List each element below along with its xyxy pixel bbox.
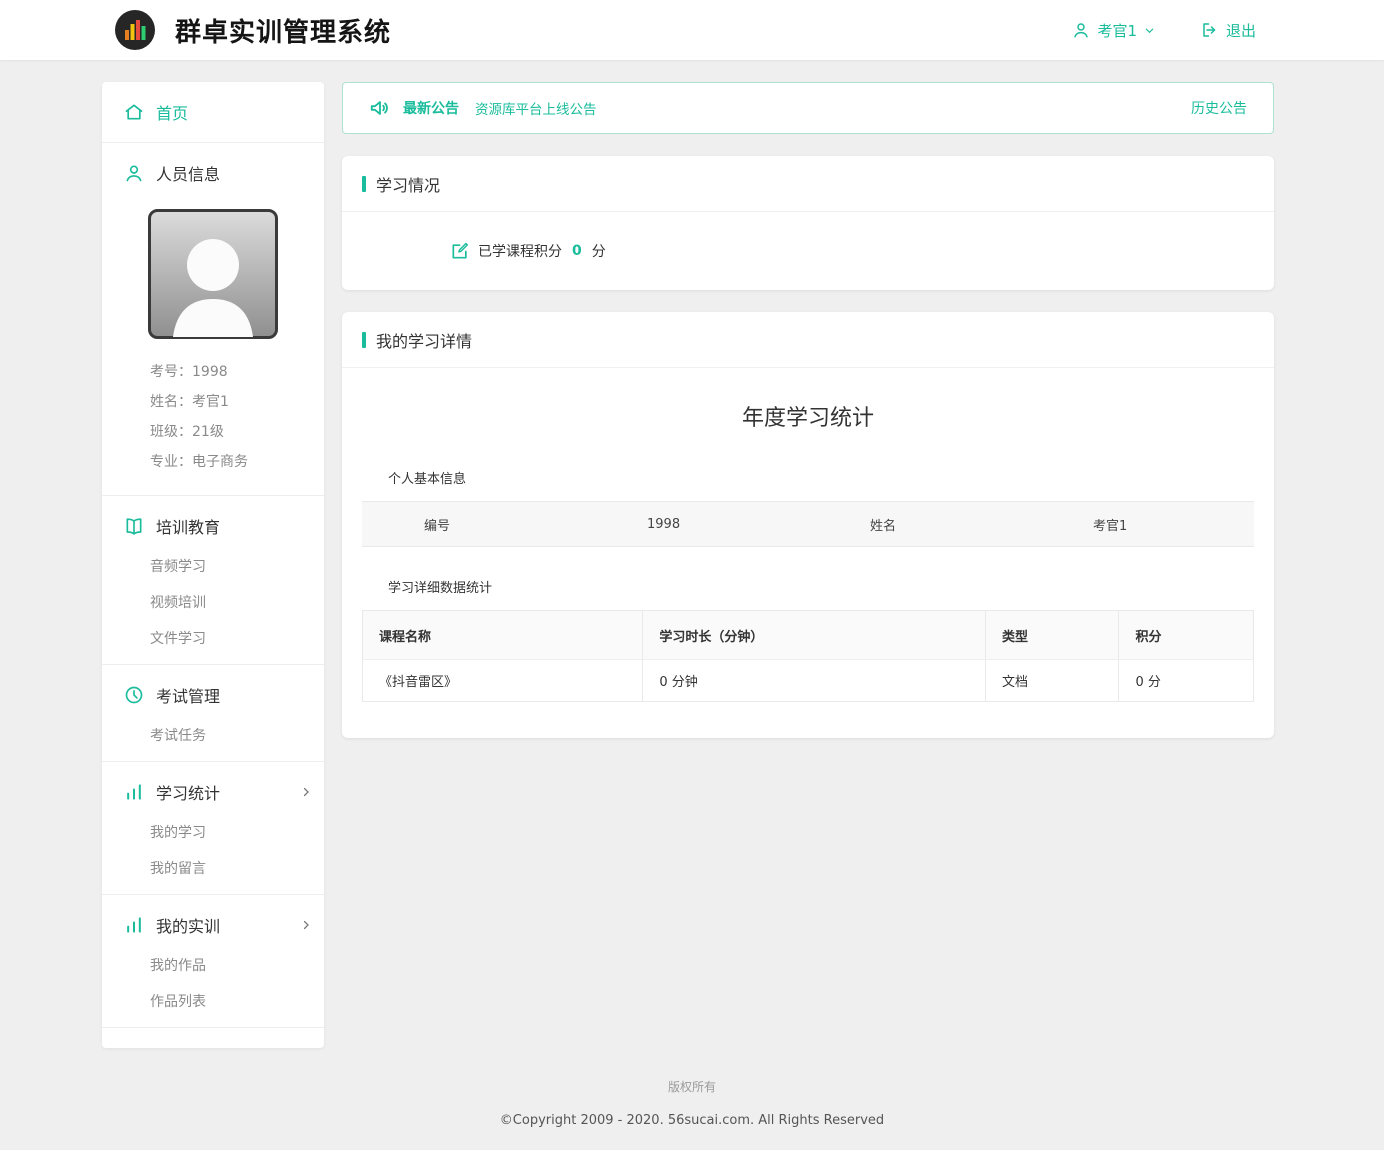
study-status-card: 学习情况 已学课程积分 0 分	[342, 156, 1274, 290]
sidebar-item-label: 考试管理	[156, 683, 220, 707]
card-title: 我的学习详情	[376, 328, 472, 352]
basic-info-label: 个人基本信息	[388, 468, 1254, 487]
sidebar-item-label: 我的实训	[156, 913, 220, 937]
sidebar-item-file-study[interactable]: 文件学习	[102, 620, 324, 656]
basic-info-id-value: 1998	[585, 502, 808, 546]
top-header: 群卓实训管理系统 考官1 退出	[0, 0, 1384, 60]
sidebar-item-my-practice[interactable]: 我的实训	[102, 901, 324, 947]
table-row: 《抖音雷区》 0 分钟 文档 0 分	[363, 659, 1253, 701]
basic-info-name-value: 考官1	[1031, 502, 1254, 546]
sidebar: 首页 人员信息	[102, 82, 324, 1048]
profile-class: 班级：21级	[102, 417, 324, 447]
cell-credit: 0 分	[1119, 659, 1253, 701]
annual-stats-title: 年度学习统计	[362, 400, 1254, 432]
edit-icon	[450, 241, 470, 261]
sidebar-section-exam: 考试管理 考试任务	[102, 665, 324, 762]
sidebar-item-study-stats[interactable]: 学习统计	[102, 768, 324, 814]
cell-duration: 0 分钟	[643, 659, 986, 701]
announcement-bar: 最新公告 资源库平台上线公告 历史公告	[342, 82, 1274, 134]
sidebar-item-home[interactable]: 首页	[102, 82, 324, 143]
sidebar-item-my-study[interactable]: 我的学习	[102, 814, 324, 850]
study-detail-table: 课程名称 学习时长（分钟） 类型 积分 《抖音雷区》 0 分钟 文档 0 分	[362, 610, 1254, 702]
user-icon	[1072, 21, 1090, 39]
sidebar-item-label: 人员信息	[156, 161, 220, 185]
sidebar-section-my-practice: 我的实训 我的作品 作品列表	[102, 895, 324, 1028]
bar-chart-icon	[124, 915, 144, 935]
sidebar-item-label: 培训教育	[156, 514, 220, 538]
column-header-course: 课程名称	[363, 611, 643, 659]
sidebar-item-video-training[interactable]: 视频培训	[102, 584, 324, 620]
column-header-type: 类型	[986, 611, 1120, 659]
app-logo-icon	[113, 8, 157, 52]
cell-course-name: 《抖音雷区》	[363, 659, 643, 701]
page-footer: 版权所有 ©Copyright 2009 - 2020. 56sucai.com…	[0, 1048, 1384, 1150]
study-detail-card: 我的学习详情 年度学习统计 个人基本信息 编号 1998 姓名 考官1 学习详细…	[342, 312, 1274, 738]
detail-stats-label: 学习详细数据统计	[388, 577, 1254, 596]
sidebar-item-label: 学习统计	[156, 780, 220, 804]
credit-label: 已学课程积分	[478, 241, 562, 261]
chevron-right-icon	[300, 919, 312, 931]
sidebar-item-my-messages[interactable]: 我的留言	[102, 850, 324, 886]
logout-label: 退出	[1226, 20, 1256, 41]
copyright-text: ©Copyright 2009 - 2020. 56sucai.com. All…	[0, 1113, 1384, 1128]
logout-button[interactable]: 退出	[1201, 20, 1256, 41]
basic-info-row: 编号 1998 姓名 考官1	[362, 501, 1254, 547]
app-title: 群卓实训管理系统	[175, 12, 391, 49]
profile-exam-no: 考号：1998	[102, 357, 324, 387]
brand: 群卓实训管理系统	[113, 8, 391, 52]
speaker-icon	[369, 97, 391, 119]
sidebar-item-label: 首页	[156, 100, 188, 124]
basic-info-name-label: 姓名	[808, 502, 1031, 546]
credit-unit: 分	[592, 241, 606, 261]
sidebar-section-study-stats: 学习统计 我的学习 我的留言	[102, 762, 324, 895]
sidebar-item-person-info[interactable]: 人员信息	[102, 143, 324, 203]
profile-major: 专业：电子商务	[102, 447, 324, 477]
sidebar-item-my-works[interactable]: 我的作品	[102, 947, 324, 983]
sidebar-item-training[interactable]: 培训教育	[102, 502, 324, 548]
card-title: 学习情况	[376, 172, 440, 196]
avatar	[148, 209, 278, 343]
copyright-label: 版权所有	[0, 1078, 1384, 1095]
history-announcements-link[interactable]: 历史公告	[1191, 98, 1247, 118]
profile-name: 姓名：考官1	[102, 387, 324, 417]
column-header-duration: 学习时长（分钟）	[643, 611, 986, 659]
sidebar-section-training: 培训教育 音频学习 视频培训 文件学习	[102, 496, 324, 665]
user-menu[interactable]: 考官1	[1072, 20, 1155, 41]
logout-icon	[1201, 21, 1219, 39]
basic-info-id-label: 编号	[362, 502, 585, 546]
person-icon	[124, 163, 144, 183]
sidebar-item-exam-task[interactable]: 考试任务	[102, 717, 324, 753]
accent-bar	[362, 332, 366, 348]
chevron-down-icon	[1144, 25, 1155, 36]
book-icon	[124, 516, 144, 536]
sidebar-item-works-list[interactable]: 作品列表	[102, 983, 324, 1019]
table-header-row: 课程名称 学习时长（分钟） 类型 积分	[363, 611, 1253, 659]
person-info-block: 人员信息 考号：1998 姓名	[102, 143, 324, 496]
sidebar-item-audio-study[interactable]: 音频学习	[102, 548, 324, 584]
main-content: 最新公告 资源库平台上线公告 历史公告 学习情况 已学课程积分 0 分	[342, 82, 1274, 738]
sidebar-item-exam-management[interactable]: 考试管理	[102, 671, 324, 717]
column-header-credit: 积分	[1119, 611, 1253, 659]
chevron-right-icon	[300, 786, 312, 798]
cell-type: 文档	[986, 659, 1120, 701]
clock-icon	[124, 685, 144, 705]
accent-bar	[362, 176, 366, 192]
home-icon	[124, 102, 144, 122]
user-name: 考官1	[1097, 20, 1137, 41]
latest-announcement-label: 最新公告	[403, 98, 459, 118]
credit-value: 0	[572, 243, 582, 259]
bar-chart-icon	[124, 782, 144, 802]
announcement-link[interactable]: 资源库平台上线公告	[475, 98, 597, 118]
